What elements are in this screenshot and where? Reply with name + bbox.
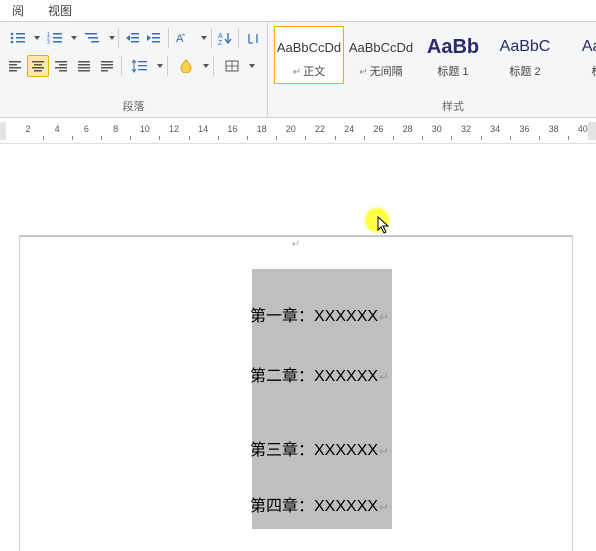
menu-review[interactable]: 阅 bbox=[0, 2, 36, 19]
menu-view[interactable]: 视图 bbox=[36, 2, 84, 19]
ruler-num: 20 bbox=[286, 124, 296, 134]
svg-text:Z: Z bbox=[218, 40, 223, 45]
asian-layout-icon[interactable]: А̂ bbox=[171, 27, 199, 49]
return-icon: ↵ bbox=[379, 444, 389, 458]
shading-icon[interactable] bbox=[171, 55, 201, 77]
bullet-dropdown-icon[interactable] bbox=[33, 36, 40, 40]
ruler[interactable]: 246810121416182022242628303234363840 bbox=[0, 118, 596, 144]
style-preview: AaBb bbox=[427, 31, 479, 63]
ruler-num: 22 bbox=[315, 124, 325, 134]
ruler-num: 38 bbox=[549, 124, 559, 134]
highlight-marker bbox=[363, 206, 391, 234]
number-list-icon[interactable]: 123 bbox=[41, 27, 69, 49]
ruler-num: 36 bbox=[519, 124, 529, 134]
ruler-num: 26 bbox=[373, 124, 383, 134]
style-4[interactable]: AaB标 bbox=[562, 26, 596, 84]
align-right-icon[interactable] bbox=[50, 55, 72, 77]
style-3[interactable]: AaBbC标题 2 bbox=[490, 26, 560, 84]
return-icon: ↵ bbox=[379, 310, 389, 324]
svg-text:А̂: А̂ bbox=[176, 33, 185, 45]
increase-indent-icon[interactable] bbox=[144, 27, 165, 49]
shading-dropdown-icon[interactable] bbox=[202, 64, 210, 68]
group-paragraph-label: 段落 bbox=[4, 96, 263, 117]
style-name: ↵无间隔 bbox=[359, 63, 402, 79]
ruler-num: 40 bbox=[578, 124, 588, 134]
ruler-num: 28 bbox=[403, 124, 413, 134]
sort-icon[interactable]: AZ bbox=[215, 27, 236, 49]
page-break-mark: ↵ bbox=[292, 239, 300, 250]
asian-dropdown-icon[interactable] bbox=[201, 36, 208, 40]
return-icon: ↵ bbox=[379, 370, 389, 384]
style-preview: AaBbCcDd bbox=[349, 31, 413, 63]
ruler-num: 34 bbox=[490, 124, 500, 134]
ruler-num: 32 bbox=[461, 124, 471, 134]
number-dropdown-icon[interactable] bbox=[71, 36, 78, 40]
svg-text:3: 3 bbox=[47, 40, 50, 45]
style-name: 标题 1 bbox=[437, 63, 468, 79]
show-marks-icon[interactable] bbox=[242, 27, 263, 49]
ruler-num: 16 bbox=[227, 124, 237, 134]
ruler-num: 24 bbox=[344, 124, 354, 134]
style-preview: AaBbCcDd bbox=[277, 31, 341, 63]
style-name: 标题 2 bbox=[509, 63, 540, 79]
return-icon: ↵ bbox=[379, 500, 389, 514]
ruler-num: 12 bbox=[169, 124, 179, 134]
align-center-icon[interactable] bbox=[27, 55, 49, 77]
style-1[interactable]: AaBbCcDd↵无间隔 bbox=[346, 26, 416, 84]
style-preview: AaB bbox=[582, 31, 596, 63]
ruler-num: 30 bbox=[432, 124, 442, 134]
multilevel-list-icon[interactable] bbox=[79, 27, 107, 49]
ruler-num: 10 bbox=[140, 124, 150, 134]
document-area[interactable]: ↵ 第一章：XXXXXX↵ 第二章：XXXXXX↵ 第三章：XXXXXX↵ 第四… bbox=[0, 144, 596, 551]
ruler-num: 6 bbox=[84, 124, 89, 134]
align-justify-icon[interactable] bbox=[73, 55, 95, 77]
line-spacing-icon[interactable] bbox=[125, 55, 155, 77]
style-name: 标 bbox=[592, 63, 596, 79]
align-left-icon[interactable] bbox=[4, 55, 26, 77]
style-name: ↵正文 bbox=[293, 63, 325, 79]
ruler-num: 18 bbox=[257, 124, 267, 134]
ruler-num: 14 bbox=[198, 124, 208, 134]
ruler-num: 8 bbox=[113, 124, 118, 134]
multilevel-dropdown-icon[interactable] bbox=[108, 36, 115, 40]
ruler-num: 2 bbox=[25, 124, 30, 134]
borders-dropdown-icon[interactable] bbox=[248, 64, 256, 68]
style-preview: AaBbC bbox=[500, 31, 551, 63]
svg-text:A: A bbox=[218, 33, 223, 40]
decrease-indent-icon[interactable] bbox=[122, 27, 143, 49]
style-2[interactable]: AaBb标题 1 bbox=[418, 26, 488, 84]
borders-icon[interactable] bbox=[217, 55, 247, 77]
style-0[interactable]: AaBbCcDd↵正文 bbox=[274, 26, 344, 84]
spacing-dropdown-icon[interactable] bbox=[156, 64, 164, 68]
bullet-list-icon[interactable] bbox=[4, 27, 32, 49]
chapter-1[interactable]: 第一章：XXXXXX↵ bbox=[250, 302, 389, 326]
ruler-num: 4 bbox=[55, 124, 60, 134]
align-distribute-icon[interactable] bbox=[96, 55, 118, 77]
chapter-4[interactable]: 第四章：XXXXXX↵ bbox=[250, 492, 389, 516]
group-styles-label: 样式 bbox=[272, 96, 596, 117]
chapter-2[interactable]: 第二章：XXXXXX↵ bbox=[250, 362, 389, 386]
chapter-3[interactable]: 第三章：XXXXXX↵ bbox=[250, 436, 389, 460]
